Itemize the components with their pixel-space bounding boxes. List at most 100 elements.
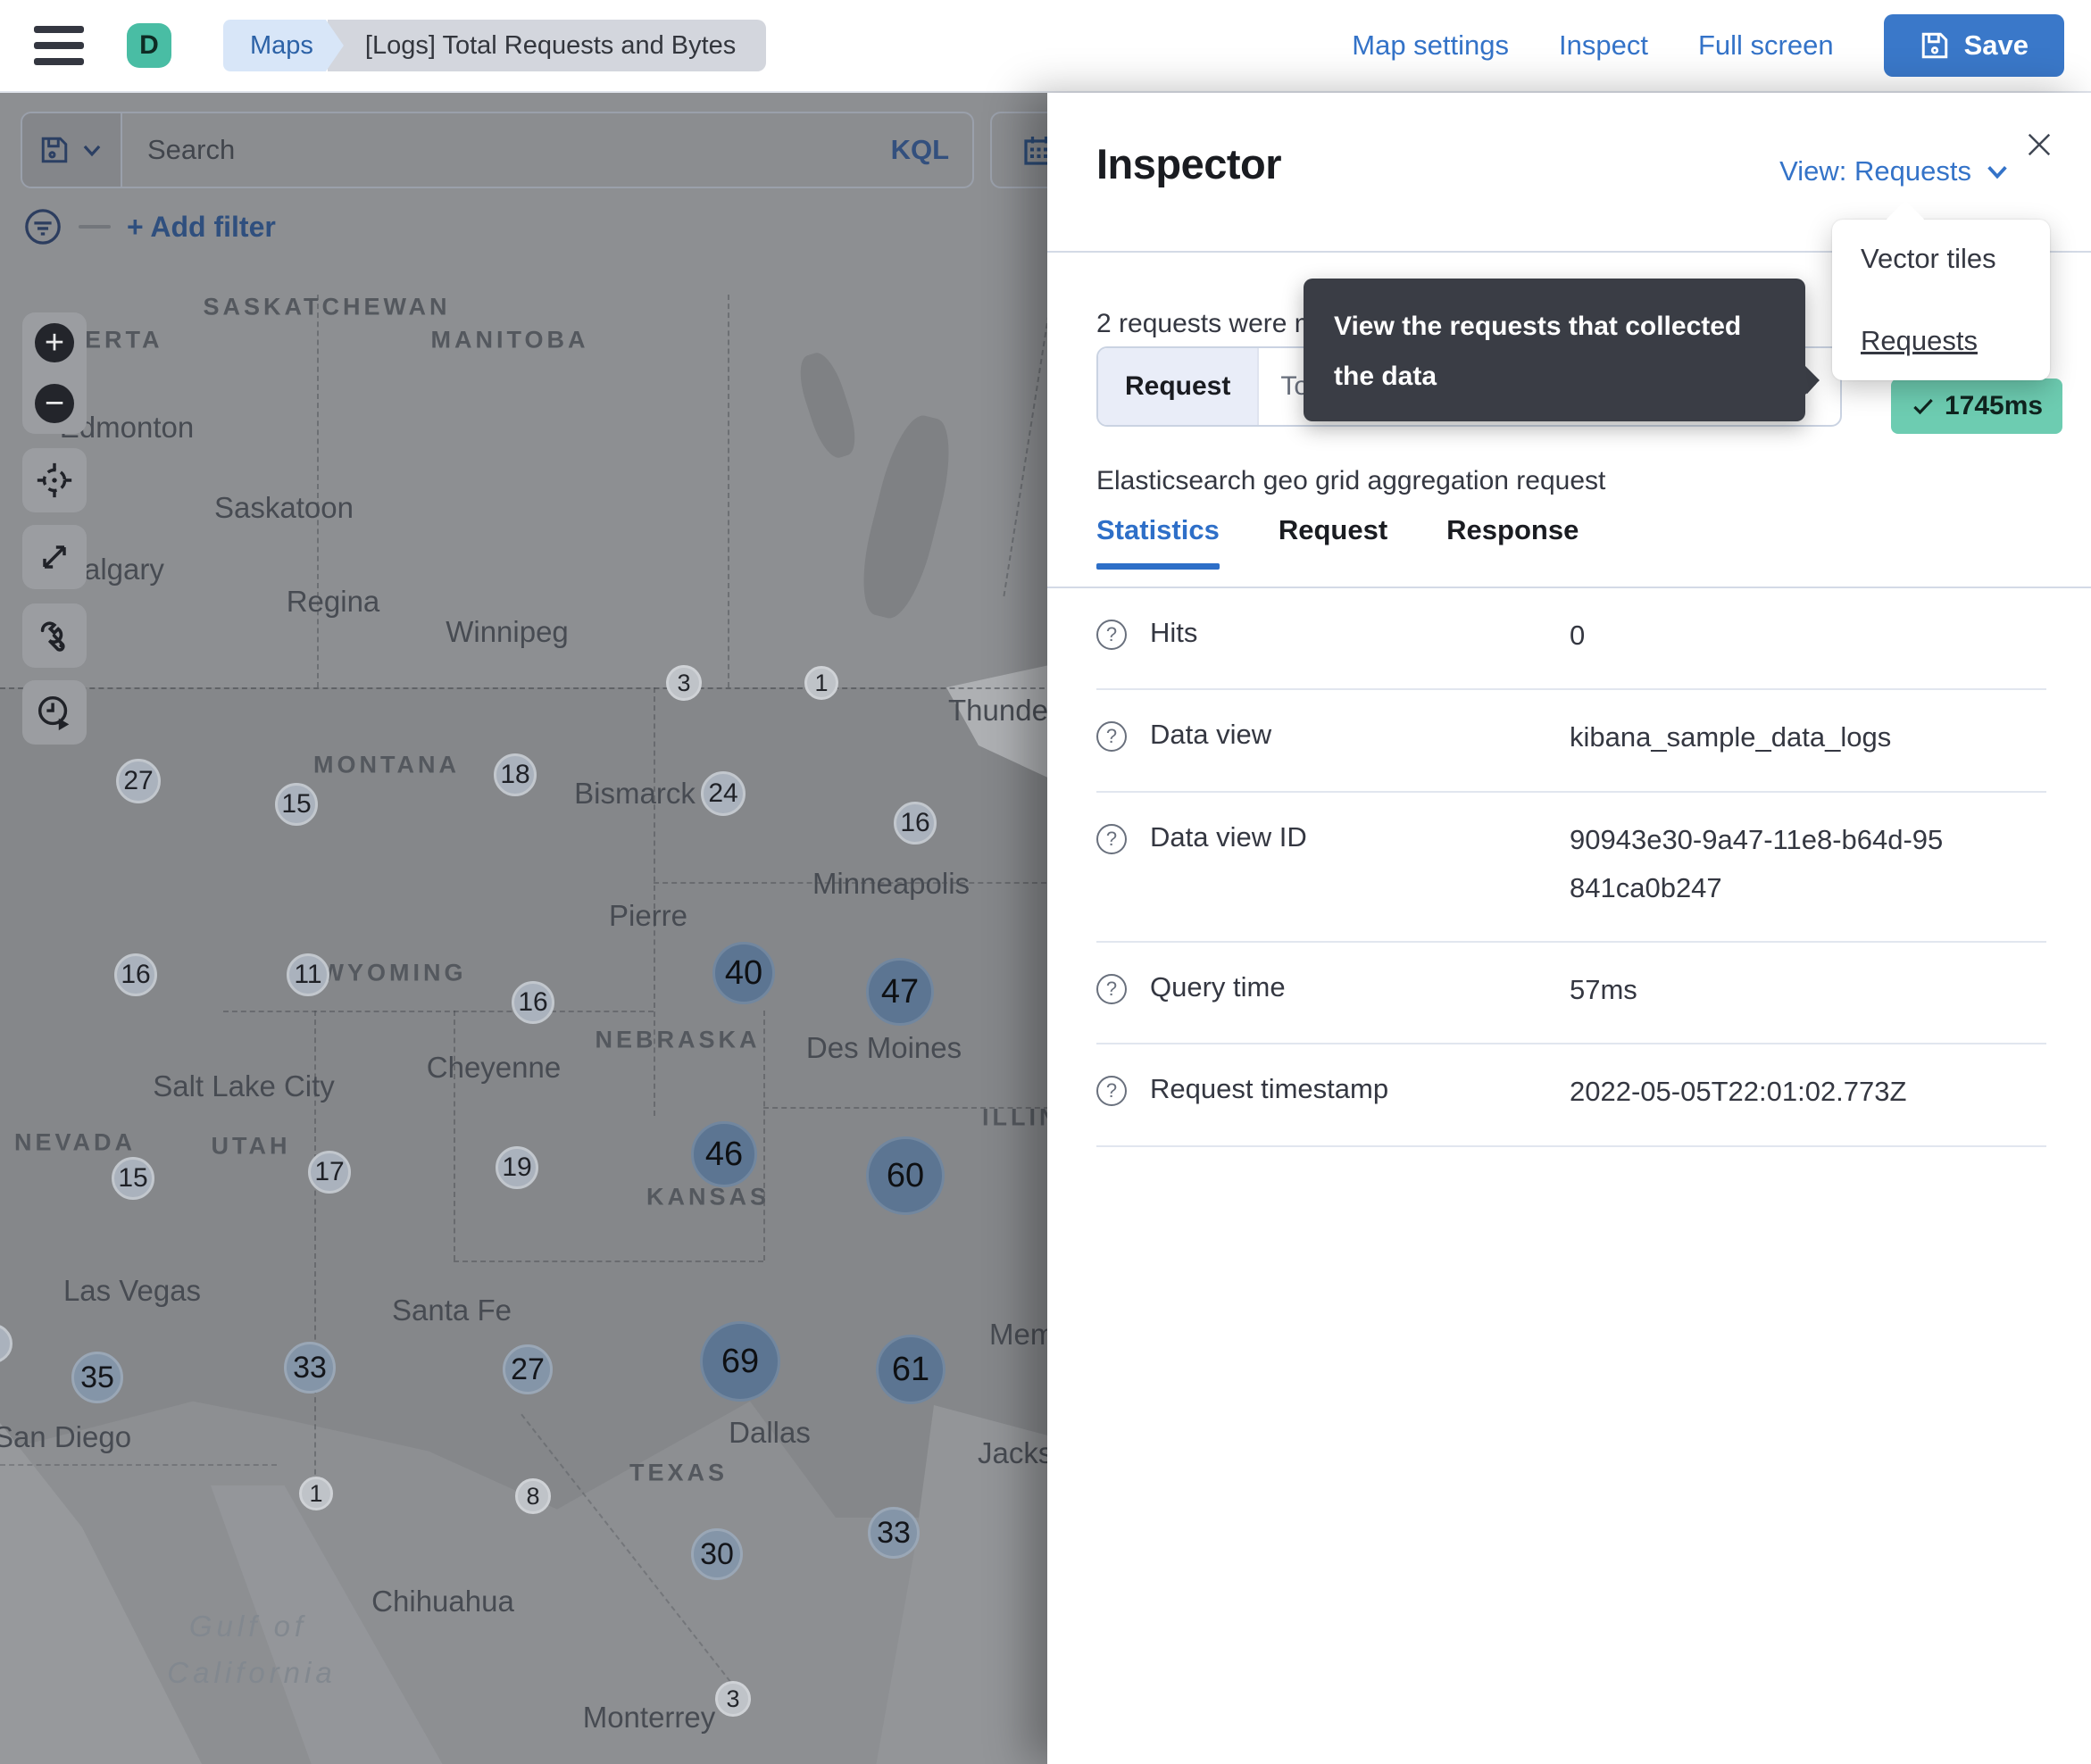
map-border-us-mexico: [0, 1464, 277, 1466]
cluster-marker[interactable]: 15: [112, 1157, 154, 1200]
fit-to-data-button[interactable]: [22, 525, 87, 589]
crosshair-icon: [37, 462, 72, 498]
table-row: ? Hits 0: [1096, 588, 2046, 691]
stat-label: Hits: [1150, 617, 1198, 648]
map-label: Chihuahua: [371, 1585, 514, 1618]
cluster-marker[interactable]: 1: [804, 666, 838, 700]
map-border: [223, 1011, 654, 1012]
search-input[interactable]: Search: [147, 134, 891, 166]
cluster-marker[interactable]: 69: [700, 1321, 780, 1402]
stat-value: kibana_sample_data_logs: [1570, 721, 1892, 753]
filter-icon[interactable]: [23, 207, 62, 246]
lake-winnipeg-shape: [851, 409, 962, 625]
save-button[interactable]: Save: [1883, 14, 2064, 77]
cluster-marker[interactable]: 27: [116, 759, 161, 803]
menu-button[interactable]: [34, 26, 84, 65]
cluster-marker[interactable]: 1: [299, 1477, 333, 1510]
zoom-in-button[interactable]: +: [35, 312, 74, 373]
cluster-marker[interactable]: 30: [691, 1528, 743, 1580]
set-view-button[interactable]: [22, 448, 87, 512]
cluster-marker[interactable]: 11: [287, 953, 329, 996]
cluster-marker[interactable]: 47: [866, 958, 934, 1026]
cluster-marker[interactable]: 40: [712, 942, 775, 1004]
breadcrumb: Maps [Logs] Total Requests and Bytes: [223, 20, 767, 71]
view-selector-button[interactable]: View: Requests: [1779, 155, 2011, 187]
map-border: [454, 1261, 763, 1262]
close-icon[interactable]: [2014, 120, 2064, 170]
request-time-badge: 1745ms: [1891, 379, 2063, 434]
saved-query-menu-button[interactable]: [22, 113, 122, 187]
map-border: [317, 295, 319, 687]
top-menu-link[interactable]: Full screen: [1698, 29, 1834, 62]
inspector-tabs: Statistics Request Response: [1096, 514, 1579, 570]
stat-value: 0: [1570, 620, 1586, 651]
breadcrumb-map-title[interactable]: [Logs] Total Requests and Bytes: [327, 20, 767, 71]
top-menu-link[interactable]: Inspect: [1559, 29, 1648, 62]
help-icon[interactable]: ?: [1096, 620, 1127, 650]
cluster-marker[interactable]: 19: [496, 1146, 538, 1189]
table-row: ? Query time 57ms: [1096, 943, 2046, 1045]
cluster-marker[interactable]: 17: [308, 1151, 351, 1194]
cluster-marker[interactable]: 60: [866, 1136, 945, 1215]
cluster-marker[interactable]: 27: [503, 1344, 553, 1394]
map-border: [654, 882, 1046, 884]
cluster-marker[interactable]: 16: [894, 802, 937, 845]
chevron-down-icon: [83, 145, 101, 157]
app-header: D Maps [Logs] Total Requests and Bytes M…: [0, 0, 2091, 93]
stat-label: Query time: [1150, 971, 1286, 1003]
stat-label: Request timestamp: [1150, 1073, 1389, 1105]
clock-play-icon: [37, 695, 70, 731]
cluster-marker[interactable]: 46: [691, 1121, 757, 1187]
help-icon[interactable]: ?: [1096, 974, 1127, 1004]
cluster-marker[interactable]: 3: [715, 1681, 751, 1717]
view-popover-item[interactable]: Requests: [1861, 325, 2021, 357]
cluster-marker[interactable]: 24: [701, 771, 746, 816]
cluster-marker[interactable]: 33: [284, 1342, 336, 1394]
map-border-us-canada: [0, 687, 1071, 689]
statistics-table: ? Hits 0 ? Data view kibana_sample_data_…: [1096, 588, 2046, 1147]
inspector-title: Inspector: [1096, 140, 1282, 187]
inspector-tab[interactable]: Response: [1446, 514, 1579, 566]
search-bar[interactable]: Search KQL: [21, 112, 974, 188]
avatar[interactable]: D: [127, 23, 171, 68]
cluster-marker[interactable]: 16: [512, 981, 554, 1024]
top-menu-link[interactable]: Map settings: [1352, 29, 1509, 62]
help-icon[interactable]: ?: [1096, 721, 1127, 753]
breadcrumb-maps[interactable]: Maps: [223, 20, 344, 71]
cluster-marker[interactable]: 18: [494, 753, 537, 796]
inspector-tab[interactable]: Statistics: [1096, 514, 1220, 570]
kql-selector[interactable]: KQL: [891, 134, 949, 166]
add-filter-button[interactable]: + Add filter: [127, 211, 276, 244]
timeslider-button[interactable]: [22, 680, 87, 745]
check-icon: [1913, 398, 1933, 415]
help-icon[interactable]: ?: [1096, 1076, 1127, 1107]
map-label: Saskatoon: [214, 491, 354, 524]
diagonal-expand-icon: [43, 545, 66, 569]
map-border: [314, 1011, 316, 1510]
tools-button[interactable]: [22, 603, 87, 668]
table-row: ? Data view kibana_sample_data_logs: [1096, 690, 2046, 793]
cluster-marker[interactable]: 15: [275, 783, 318, 826]
gulf-of-california-shape: [211, 1485, 446, 1764]
view-popover-item[interactable]: Vector tiles: [1861, 243, 2021, 275]
tooltip-line2: the data: [1334, 362, 1437, 391]
zoom-out-button[interactable]: −: [35, 373, 74, 434]
stat-label: Data view ID: [1150, 820, 1307, 853]
request-selector-label: Request: [1098, 348, 1260, 425]
cluster-marker[interactable]: 61: [876, 1335, 946, 1404]
map-label: TEXAS: [629, 1459, 729, 1486]
cluster-marker[interactable]: 35: [71, 1352, 123, 1403]
save-query-icon: [41, 137, 68, 163]
map-label: Winnipeg: [446, 615, 569, 648]
cluster-marker[interactable]: 33: [868, 1507, 920, 1559]
zoom-control-group: + −: [22, 312, 87, 434]
cluster-marker[interactable]: 16: [114, 953, 157, 996]
cluster-marker[interactable]: 3: [666, 665, 702, 701]
help-icon[interactable]: ?: [1096, 823, 1127, 854]
inspector-tab[interactable]: Request: [1279, 514, 1387, 566]
table-row: ? Request timestamp 2022-05-05T22:01:02.…: [1096, 1044, 2046, 1147]
cluster-marker[interactable]: 8: [515, 1478, 551, 1514]
tooltip: View the requests that collected the dat…: [1304, 279, 1820, 421]
wrench-icon: [40, 621, 65, 652]
map-border: [728, 295, 729, 687]
